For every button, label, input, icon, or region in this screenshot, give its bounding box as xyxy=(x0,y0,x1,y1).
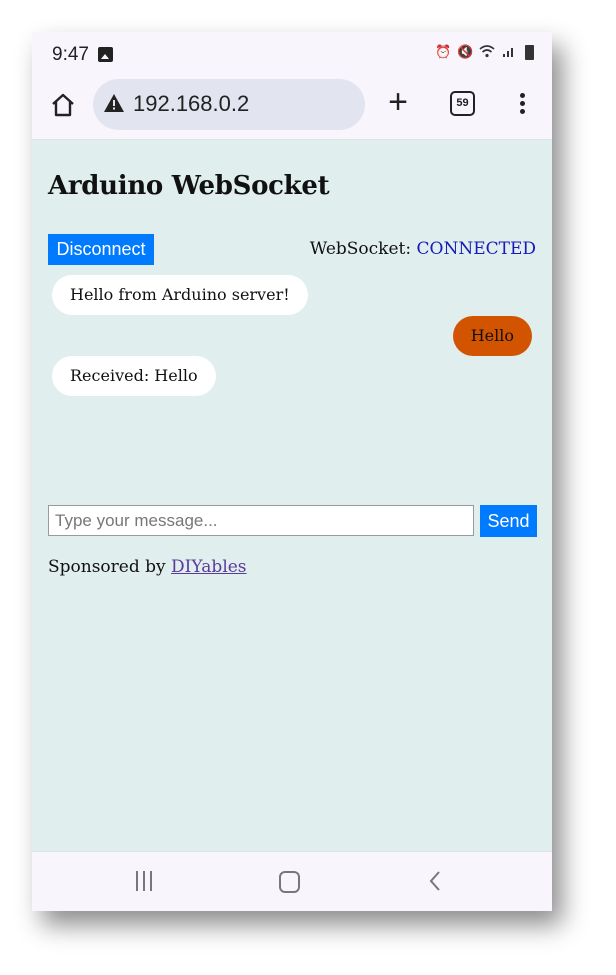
url-bar[interactable]: 192.168.0.2 xyxy=(93,79,365,130)
message-received: Received: Hello xyxy=(52,356,216,396)
alarm-icon: ⏰ xyxy=(435,44,452,59)
web-page: Arduino WebSocket Disconnect WebSocket: … xyxy=(32,140,552,851)
disconnect-button[interactable]: Disconnect xyxy=(48,234,154,265)
websocket-status: WebSocket: CONNECTED xyxy=(310,239,536,259)
sponsor-label: Sponsored by xyxy=(48,557,172,577)
url-text[interactable]: 192.168.0.2 xyxy=(133,91,249,117)
phone-screen: 9:47 ⏰ 🔇 192.168.0.2 + 59 Arduino WebSoc… xyxy=(32,32,552,911)
websocket-status-label: WebSocket: xyxy=(309,239,417,259)
new-tab-icon[interactable]: + xyxy=(385,85,411,119)
battery-icon xyxy=(525,44,534,60)
home-icon[interactable] xyxy=(50,92,76,118)
message-input[interactable] xyxy=(48,505,474,536)
sponsor-text: Sponsored by DIYables xyxy=(48,557,247,577)
recent-apps-icon[interactable] xyxy=(134,871,154,891)
signal-icon xyxy=(501,44,517,60)
websocket-status-value: CONNECTED xyxy=(416,239,537,259)
tabs-icon[interactable]: 59 xyxy=(450,91,475,116)
sponsor-link[interactable]: DIYables xyxy=(171,557,247,577)
status-time: 9:47 xyxy=(52,44,89,65)
more-icon[interactable] xyxy=(512,91,532,117)
back-icon[interactable] xyxy=(427,870,443,892)
message-sent: Hello xyxy=(452,316,532,356)
warning-icon[interactable] xyxy=(103,93,125,113)
message-received: Hello from Arduino server! xyxy=(52,275,308,315)
wifi-icon xyxy=(479,44,495,60)
gallery-icon xyxy=(98,47,113,62)
status-icons: ⏰ 🔇 xyxy=(435,44,534,60)
system-nav-bar xyxy=(32,851,552,911)
mute-icon: 🔇 xyxy=(457,44,474,59)
home-nav-icon[interactable] xyxy=(279,871,300,893)
send-button[interactable]: Send xyxy=(480,505,537,537)
browser-toolbar: 192.168.0.2 + 59 xyxy=(32,76,552,140)
page-title: Arduino WebSocket xyxy=(48,171,330,201)
status-bar: 9:47 ⏰ 🔇 xyxy=(32,32,552,76)
